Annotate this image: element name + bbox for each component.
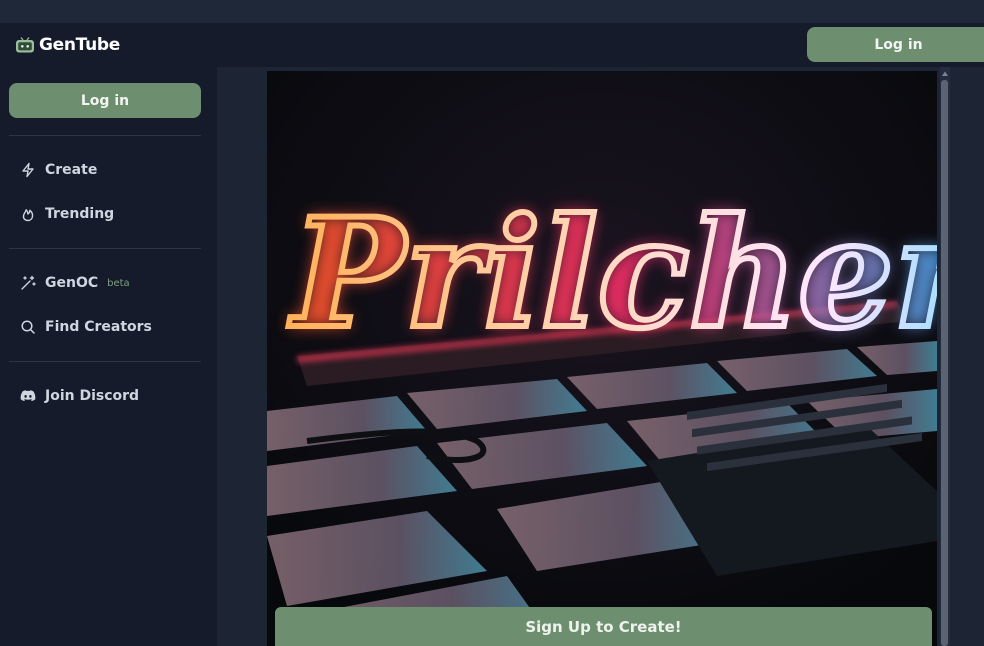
top-header: GenTube Log in — [0, 23, 984, 67]
flame-icon — [22, 209, 34, 222]
discord-icon — [20, 390, 36, 401]
brand-logo[interactable]: GenTube — [15, 34, 120, 56]
sidebar-divider — [9, 361, 201, 362]
lightning-icon — [22, 162, 34, 178]
scroll-up-arrow-icon[interactable] — [941, 70, 949, 78]
sidebar-login-button[interactable]: Log in — [9, 83, 201, 118]
header-login-button[interactable]: Log in — [807, 27, 984, 62]
sidebar-item-label: Join Discord — [45, 388, 140, 404]
sidebar-divider — [9, 135, 201, 136]
scrollbar-thumb[interactable] — [941, 80, 948, 646]
sidebar-item-find-creators[interactable]: Find Creators — [20, 315, 152, 339]
sidebar-divider — [9, 248, 201, 249]
search-icon — [21, 320, 35, 334]
sidebar-item-label: Trending — [45, 206, 115, 222]
magic-wand-icon — [21, 275, 36, 290]
featured-image-card[interactable]: Prilchen Prilchen — [267, 71, 937, 646]
sign-up-button[interactable]: Sign Up to Create! — [275, 607, 932, 646]
neon-text: Prilchen — [288, 186, 937, 362]
brand-name: GenTube — [39, 35, 121, 55]
tv-robot-icon — [16, 37, 34, 53]
sidebar-item-label: Create — [45, 162, 98, 178]
sidebar-item-trending[interactable]: Trending — [20, 202, 114, 226]
sidebar-item-label: Find Creators — [45, 319, 152, 335]
sidebar-item-genoc[interactable]: GenOC beta — [20, 271, 130, 295]
sidebar-item-create[interactable]: Create — [20, 158, 97, 182]
sidebar: Log in Create Trending GenOC beta Find C… — [0, 67, 217, 646]
window-top-strip — [0, 0, 984, 23]
beta-badge: beta — [107, 277, 130, 289]
neon-sign-image: Prilchen Prilchen — [267, 71, 937, 646]
sidebar-item-join-discord[interactable]: Join Discord — [20, 384, 139, 408]
sidebar-item-label: GenOC — [45, 275, 99, 291]
